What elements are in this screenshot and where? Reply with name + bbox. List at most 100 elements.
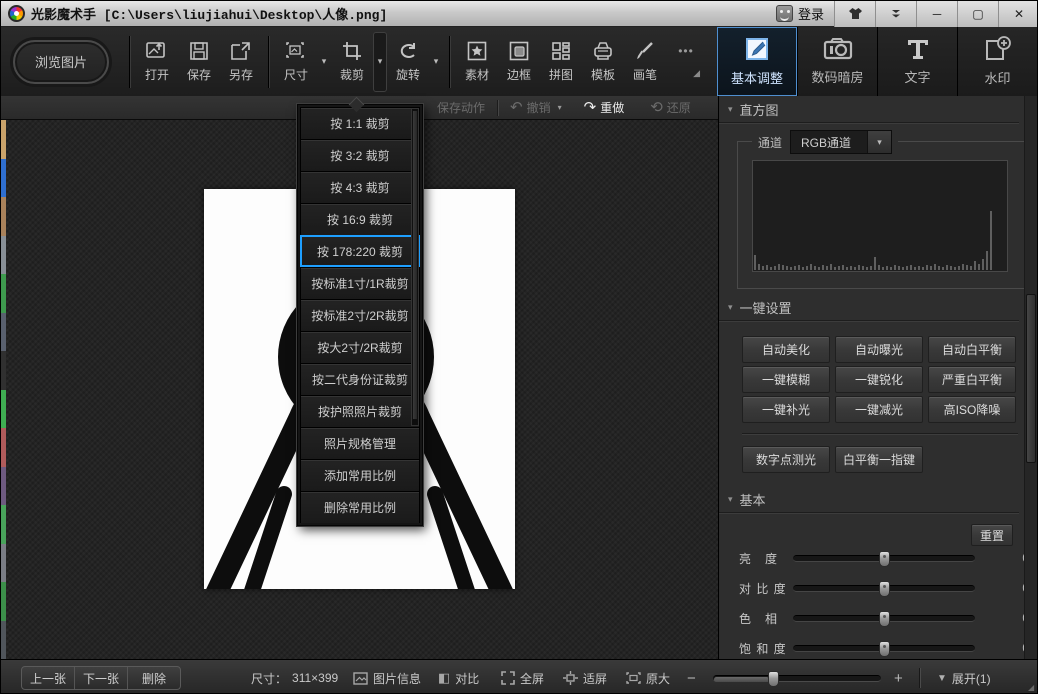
zoom-slider[interactable]: [713, 675, 881, 682]
menu-item-crop-std-1inch[interactable]: 按标准1寸/1R裁剪: [300, 267, 420, 299]
histogram-section-header[interactable]: ▾ 直方图: [719, 96, 1019, 123]
one-key-fill-light-button[interactable]: 一键补光: [742, 396, 830, 423]
menu-item-add-ratio[interactable]: 添加常用比例: [300, 459, 420, 491]
zoom-in-button[interactable]: +: [894, 660, 903, 694]
auto-white-balance-button[interactable]: 自动白平衡: [928, 336, 1016, 363]
resize-label: 尺寸: [284, 66, 308, 83]
resize-button[interactable]: 尺寸: [275, 34, 317, 90]
fullscreen-button[interactable]: 全屏: [501, 660, 544, 694]
contrast-slider-row: 对 比 度 0: [739, 578, 1029, 598]
image-info-button[interactable]: 图片信息: [353, 660, 421, 694]
one-key-dim-light-button[interactable]: 一键减光: [835, 396, 923, 423]
channel-select[interactable]: RGB通道 ▾: [790, 130, 892, 154]
tab-digital-darkroom[interactable]: 数码暗房: [797, 27, 877, 96]
high-iso-denoise-button[interactable]: 高ISO降噪: [928, 396, 1016, 423]
brightness-slider-thumb[interactable]: [879, 551, 890, 567]
open-button[interactable]: 打开: [136, 34, 178, 90]
template-icon: [592, 41, 614, 61]
menu-item-crop-id-card[interactable]: 按二代身份证裁剪: [300, 363, 420, 395]
fit-screen-label: 适屏: [583, 670, 607, 687]
fit-screen-button[interactable]: 适屏: [563, 660, 607, 694]
tab-text[interactable]: 文字: [877, 27, 957, 96]
save-action-button[interactable]: 保存动作: [437, 99, 485, 116]
more-tools-button[interactable]: ••• ◢: [666, 34, 706, 90]
collapsed-filmstrip[interactable]: [1, 120, 6, 659]
delete-photo-button[interactable]: 删除: [128, 667, 180, 689]
panel-divider: [742, 433, 1018, 434]
severe-white-balance-button[interactable]: 严重白平衡: [928, 366, 1016, 393]
reset-button[interactable]: 重置: [971, 524, 1013, 546]
browse-images-button[interactable]: 浏览图片: [13, 40, 109, 84]
brightness-slider[interactable]: [793, 555, 975, 562]
hue-slider[interactable]: [793, 615, 975, 622]
resize-grip[interactable]: ◢: [1028, 684, 1036, 692]
tab-basic-adjust[interactable]: 基本调整: [717, 27, 797, 96]
tab-watermark[interactable]: 水印: [957, 27, 1037, 96]
close-button[interactable]: ✕: [998, 1, 1038, 27]
auto-beautify-button[interactable]: 自动美化: [742, 336, 830, 363]
menu-item-crop-4-3[interactable]: 按 4:3 裁剪: [300, 171, 420, 203]
white-balance-one-touch-button[interactable]: 白平衡一指键: [835, 446, 923, 473]
collapse-window-button[interactable]: [875, 1, 916, 27]
resize-dropdown-arrow[interactable]: ▾: [317, 34, 331, 90]
rotate-dropdown-arrow[interactable]: ▾: [429, 34, 443, 90]
undo-button[interactable]: ↶ 撤销 ▾: [510, 99, 562, 116]
rotate-button[interactable]: 旋转: [387, 34, 429, 90]
minimize-button[interactable]: ─: [916, 1, 957, 27]
contrast-slider[interactable]: [793, 585, 975, 592]
menu-scrollbar[interactable]: [411, 108, 419, 426]
restore-button[interactable]: ⟲ 还原: [650, 99, 691, 116]
menu-item-crop-16-9[interactable]: 按 16:9 裁剪: [300, 203, 420, 235]
panel-scrollbar[interactable]: [1024, 96, 1037, 659]
zoom-slider-thumb[interactable]: [768, 671, 779, 687]
auto-exposure-button[interactable]: 自动曝光: [835, 336, 923, 363]
save-as-button[interactable]: 另存: [220, 34, 262, 90]
menu-item-crop-passport[interactable]: 按护照照片裁剪: [300, 395, 420, 427]
redo-button[interactable]: ↷ 重做: [584, 99, 625, 116]
panel-scrollbar-thumb[interactable]: [1026, 294, 1036, 463]
quick-settings-section-header[interactable]: ▾ 一键设置: [719, 294, 1019, 321]
toolbar-separator: [268, 36, 269, 88]
menu-item-photo-spec-manage[interactable]: 照片规格管理: [300, 427, 420, 459]
contrast-slider-thumb[interactable]: [879, 581, 890, 597]
digital-spot-metering-button[interactable]: 数字点测光: [742, 446, 830, 473]
save-as-icon: [230, 41, 252, 61]
save-as-label: 另存: [229, 66, 253, 83]
menu-item-crop-3-2[interactable]: 按 3:2 裁剪: [300, 139, 420, 171]
menu-item-crop-1-1[interactable]: 按 1:1 裁剪: [300, 107, 420, 139]
menu-item-crop-large-2inch[interactable]: 按大2寸/2R裁剪: [300, 331, 420, 363]
next-photo-button[interactable]: 下一张: [75, 667, 128, 689]
zoom-out-button[interactable]: −: [687, 660, 696, 694]
hue-slider-thumb[interactable]: [879, 611, 890, 627]
frame-button[interactable]: 边框: [498, 34, 540, 90]
skin-button[interactable]: [834, 1, 875, 27]
crop-dropdown-arrow[interactable]: ▾: [373, 32, 387, 92]
material-button[interactable]: 素材: [456, 34, 498, 90]
expand-panel-button[interactable]: ▼ 展开(1): [937, 660, 991, 694]
compare-button[interactable]: ◧ 对比: [438, 660, 479, 694]
save-button[interactable]: 保存: [178, 34, 220, 90]
restore-icon: ⟲: [650, 100, 663, 115]
original-size-label: 原大: [646, 670, 670, 687]
login-button[interactable]: 登录: [766, 4, 834, 23]
saturation-slider-thumb[interactable]: [879, 641, 890, 657]
menu-item-crop-178-220[interactable]: 按 178:220 裁剪: [300, 235, 420, 267]
basic-section-header[interactable]: ▾ 基本: [719, 486, 1019, 513]
login-label: 登录: [798, 4, 824, 23]
undo-dropdown-arrow[interactable]: ▾: [558, 103, 562, 112]
original-size-button[interactable]: 原大: [626, 660, 670, 694]
one-key-blur-button[interactable]: 一键模糊: [742, 366, 830, 393]
maximize-button[interactable]: ▢: [957, 1, 998, 27]
collapse-caret-icon: ▾: [728, 302, 733, 313]
one-key-sharpen-button[interactable]: 一键锐化: [835, 366, 923, 393]
frame-icon: [509, 41, 529, 61]
template-button[interactable]: 模板: [582, 34, 624, 90]
collage-button[interactable]: 拼图: [540, 34, 582, 90]
crop-button[interactable]: 裁剪: [331, 34, 373, 90]
saturation-slider[interactable]: [793, 645, 975, 652]
tab-label: 文字: [904, 67, 930, 86]
menu-item-crop-std-2inch[interactable]: 按标准2寸/2R裁剪: [300, 299, 420, 331]
brush-button[interactable]: 画笔: [624, 34, 666, 90]
prev-photo-button[interactable]: 上一张: [22, 667, 75, 689]
menu-item-delete-ratio[interactable]: 删除常用比例: [300, 491, 420, 523]
